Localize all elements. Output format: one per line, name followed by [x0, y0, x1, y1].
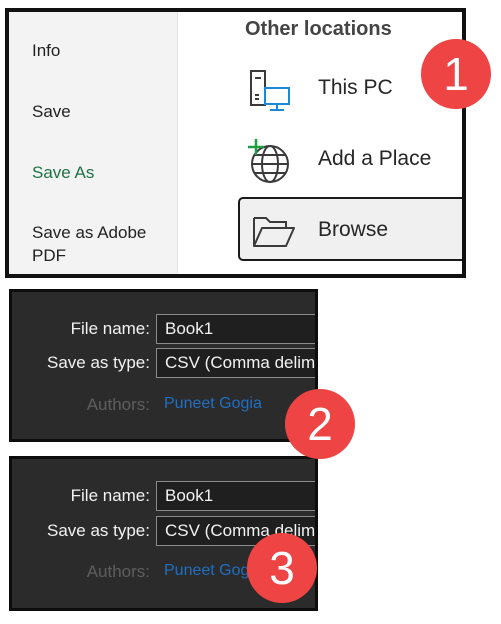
file-name-input[interactable]: Book1 — [156, 481, 315, 511]
location-this-pc[interactable]: This PC — [178, 58, 462, 120]
save-as-type-label: Save as type: — [46, 353, 150, 372]
step-badge-2: 2 — [285, 389, 355, 459]
file-name-label: File name: — [70, 486, 150, 505]
this-pc-icon — [246, 68, 292, 114]
authors-link[interactable]: Puneet Gogia — [164, 395, 262, 413]
step-badge-1: 1 — [421, 39, 491, 109]
save-as-type-row: Save as type: CSV (Comma delimited) — [12, 348, 315, 378]
backstage-panel: Info Save Save As Save as Adobe PDF Othe… — [5, 8, 466, 278]
authors-label: Authors: — [86, 562, 150, 581]
backstage-content: Other locations This PC Add a Place Brow… — [178, 12, 462, 274]
section-title: Other locations — [245, 18, 392, 40]
location-browse[interactable]: Browse — [238, 197, 462, 261]
file-name-input[interactable]: Book1 — [156, 314, 315, 344]
save-as-type-select[interactable]: CSV (Comma delimited) — [156, 348, 315, 378]
folder-open-icon — [250, 208, 296, 254]
save-dialog-fields-2: File name: Book1 Save as type: CSV (Comm… — [9, 289, 318, 442]
location-label: This PC — [318, 76, 393, 99]
nav-item-save[interactable]: Save — [32, 100, 71, 123]
file-name-label: File name: — [70, 319, 150, 338]
step-badge-3: 3 — [247, 533, 317, 603]
nav-item-info[interactable]: Info — [32, 39, 60, 62]
save-as-type-label: Save as type: — [46, 521, 150, 540]
nav-item-save-as[interactable]: Save As — [32, 161, 94, 184]
backstage-nav: Info Save Save As Save as Adobe PDF — [9, 12, 177, 274]
location-label: Add a Place — [318, 147, 432, 170]
file-name-row: File name: Book1 — [12, 314, 315, 344]
location-add-a-place[interactable]: Add a Place — [178, 129, 462, 191]
nav-item-save-as-adobe-pdf[interactable]: Save as Adobe PDF — [32, 221, 162, 267]
location-label: Browse — [318, 218, 389, 241]
add-place-globe-icon — [246, 139, 292, 185]
file-name-row: File name: Book1 — [12, 481, 315, 511]
authors-row: Authors: Puneet Gogia — [12, 390, 315, 420]
authors-label: Authors: — [86, 395, 150, 414]
